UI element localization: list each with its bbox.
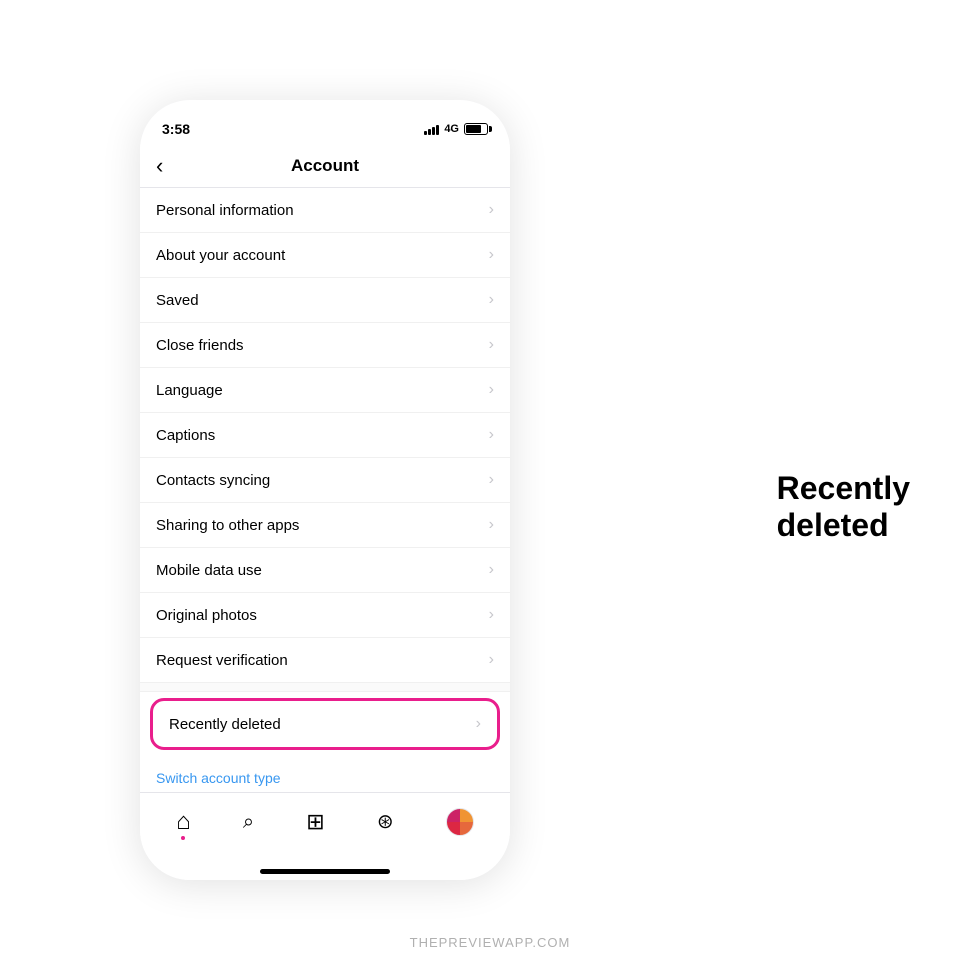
battery-icon [464, 123, 488, 135]
nav-bar: ‹ Account [140, 144, 510, 188]
list-item[interactable]: Personal information › [140, 188, 510, 233]
item-label: Captions [156, 427, 215, 444]
home-icon: ⌂ [176, 810, 191, 834]
item-label: Language [156, 382, 223, 399]
nav-home[interactable]: ⌂ [176, 810, 191, 834]
status-icons: 4G [424, 123, 488, 135]
item-label: Sharing to other apps [156, 517, 299, 534]
annotation-line2: deleted [777, 507, 910, 544]
shop-icon: ⊛ [377, 812, 394, 832]
item-label: Original photos [156, 607, 257, 624]
bottom-nav: ⌂ ⌕ ⊞ ⊛ [140, 792, 510, 860]
footer-text: THEPREVIEWAPP.COM [410, 935, 571, 950]
chevron-icon: › [476, 715, 481, 733]
list-item[interactable]: Mobile data use › [140, 548, 510, 593]
avatar-icon [446, 808, 474, 836]
search-icon: ⌕ [243, 812, 254, 832]
home-indicator [260, 869, 390, 874]
nav-profile[interactable] [446, 808, 474, 836]
home-dot [181, 836, 185, 840]
network-label: 4G [444, 123, 459, 135]
status-bar: 3:58 4G [140, 100, 510, 144]
page-title: Account [291, 156, 359, 176]
nav-shop[interactable]: ⊛ [377, 812, 394, 832]
reels-icon: ⊞ [306, 811, 324, 833]
nav-search[interactable]: ⌕ [243, 812, 254, 832]
list-item[interactable]: Saved › [140, 278, 510, 323]
item-label: Request verification [156, 652, 288, 669]
phone-shell: 3:58 4G ‹ Account [140, 100, 510, 880]
item-label: Mobile data use [156, 562, 262, 579]
item-label: Saved [156, 292, 199, 309]
list-item[interactable]: About your account › [140, 233, 510, 278]
home-indicator-bar [140, 860, 510, 880]
back-button[interactable]: ‹ [156, 155, 163, 177]
list-spacer [140, 683, 510, 692]
list-item[interactable]: Request verification › [140, 638, 510, 683]
status-time: 3:58 [162, 121, 190, 137]
item-label: Recently deleted [169, 716, 281, 733]
list-item[interactable]: Original photos › [140, 593, 510, 638]
chevron-icon: › [489, 291, 494, 309]
annotation-line1: Recently [777, 470, 910, 507]
chevron-icon: › [489, 381, 494, 399]
chevron-icon: › [489, 606, 494, 624]
settings-list: Personal information › About your accoun… [140, 188, 510, 792]
chevron-icon: › [489, 516, 494, 534]
chevron-icon: › [489, 561, 494, 579]
signal-icon [424, 123, 439, 135]
chevron-icon: › [489, 651, 494, 669]
list-item[interactable]: Contacts syncing › [140, 458, 510, 503]
item-label: Close friends [156, 337, 244, 354]
list-item[interactable]: Sharing to other apps › [140, 503, 510, 548]
annotation-text: Recently deleted [777, 470, 910, 544]
item-label: About your account [156, 247, 285, 264]
switch-account-link[interactable]: Switch account type [140, 756, 510, 792]
chevron-icon: › [489, 471, 494, 489]
chevron-icon: › [489, 201, 494, 219]
chevron-icon: › [489, 246, 494, 264]
nav-reels[interactable]: ⊞ [306, 811, 324, 833]
list-item[interactable]: Close friends › [140, 323, 510, 368]
chevron-icon: › [489, 426, 494, 444]
recently-deleted-item[interactable]: Recently deleted › [150, 698, 500, 750]
item-label: Contacts syncing [156, 472, 270, 489]
list-item[interactable]: Language › [140, 368, 510, 413]
list-item[interactable]: Captions › [140, 413, 510, 458]
chevron-icon: › [489, 336, 494, 354]
canvas: 3:58 4G ‹ Account [0, 0, 980, 980]
screen: ‹ Account Personal information › About y… [140, 144, 510, 880]
item-label: Personal information [156, 202, 294, 219]
